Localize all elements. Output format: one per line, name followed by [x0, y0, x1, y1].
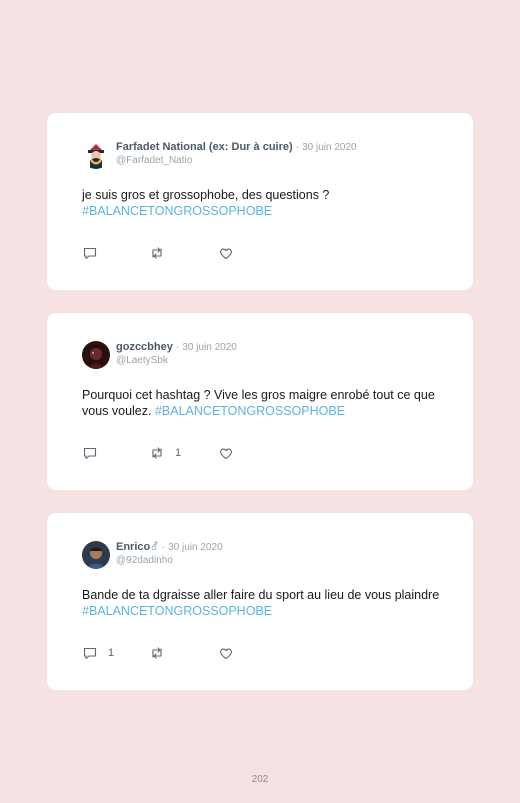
like-button[interactable] [218, 445, 244, 461]
tweet-header: Farfadet National (ex: Dur à cuire) · 30… [82, 141, 357, 171]
separator: · [161, 542, 166, 553]
tweet-text-content: je suis gros et grossophobe, des questio… [82, 188, 330, 202]
avatar[interactable] [82, 341, 110, 369]
hashtag-link[interactable]: #BALANCETONGROSSOPHOBE [155, 404, 345, 418]
retweet-icon [152, 647, 162, 659]
retweet-icon [152, 447, 162, 459]
name-symbol: ⚦ [150, 542, 159, 553]
tweet-date[interactable]: 30 juin 2020 [168, 542, 223, 553]
like-button[interactable] [218, 245, 244, 261]
tweet-text: je suis gros et grossophobe, des questio… [82, 188, 442, 219]
retweet-icon [152, 247, 162, 259]
tweet-text-content: Bande de ta dgraisse aller faire du spor… [82, 588, 440, 602]
tweet-actions: 1 [82, 445, 282, 461]
author-handle[interactable]: @LaetySbk [116, 354, 237, 367]
tweet-meta: gozccbhey · 30 juin 2020 @LaetySbk [116, 341, 237, 367]
retweet-count: 1 [175, 447, 182, 459]
avatar[interactable] [82, 541, 110, 569]
reply-icon [83, 447, 97, 460]
author-handle[interactable]: @Farfadet_Natio [116, 154, 357, 167]
separator: · [295, 142, 300, 153]
reply-count: 1 [108, 647, 115, 659]
heart-icon [220, 648, 232, 660]
tweet-header: gozccbhey · 30 juin 2020 @LaetySbk [82, 341, 237, 371]
author-name[interactable]: Enrico [116, 541, 150, 553]
hashtag-link[interactable]: #BALANCETONGROSSOPHOBE [82, 204, 272, 218]
tweet-meta: Farfadet National (ex: Dur à cuire) · 30… [116, 141, 357, 167]
reply-icon [83, 647, 97, 660]
tweet-date[interactable]: 30 juin 2020 [302, 142, 357, 153]
tweet-card: Farfadet National (ex: Dur à cuire) · 30… [47, 113, 473, 290]
tweet-text: Bande de ta dgraisse aller faire du spor… [82, 588, 442, 619]
retweet-button[interactable] [149, 245, 175, 261]
reply-button[interactable] [82, 445, 108, 461]
reply-button[interactable]: 1 [82, 645, 114, 661]
tweet-header: Enrico⚦ · 30 juin 2020 @92dadinho [82, 541, 223, 571]
heart-icon [220, 248, 232, 260]
author-name[interactable]: gozccbhey [116, 341, 173, 353]
like-button[interactable] [218, 645, 244, 661]
avatar[interactable] [82, 141, 110, 169]
author-name[interactable]: Farfadet National (ex: Dur à cuire) [116, 141, 293, 153]
tweet-date[interactable]: 30 juin 2020 [182, 342, 237, 353]
page-number: 202 [251, 774, 269, 785]
separator: · [175, 342, 180, 353]
hashtag-link[interactable]: #BALANCETONGROSSOPHOBE [82, 604, 272, 618]
heart-icon [220, 448, 232, 460]
reply-icon [83, 247, 97, 260]
tweet-text: Pourquoi cet hashtag ? Vive les gros mai… [82, 388, 442, 419]
tweet-meta: Enrico⚦ · 30 juin 2020 @92dadinho [116, 541, 223, 567]
tweet-actions [82, 245, 282, 261]
reply-button[interactable] [82, 245, 108, 261]
tweet-card: Enrico⚦ · 30 juin 2020 @92dadinho Bande … [47, 513, 473, 690]
tweet-card: gozccbhey · 30 juin 2020 @LaetySbk Pourq… [47, 313, 473, 490]
tweet-actions: 1 [82, 645, 282, 661]
retweet-button[interactable] [149, 645, 175, 661]
author-handle[interactable]: @92dadinho [116, 554, 223, 567]
retweet-button[interactable]: 1 [149, 445, 181, 461]
